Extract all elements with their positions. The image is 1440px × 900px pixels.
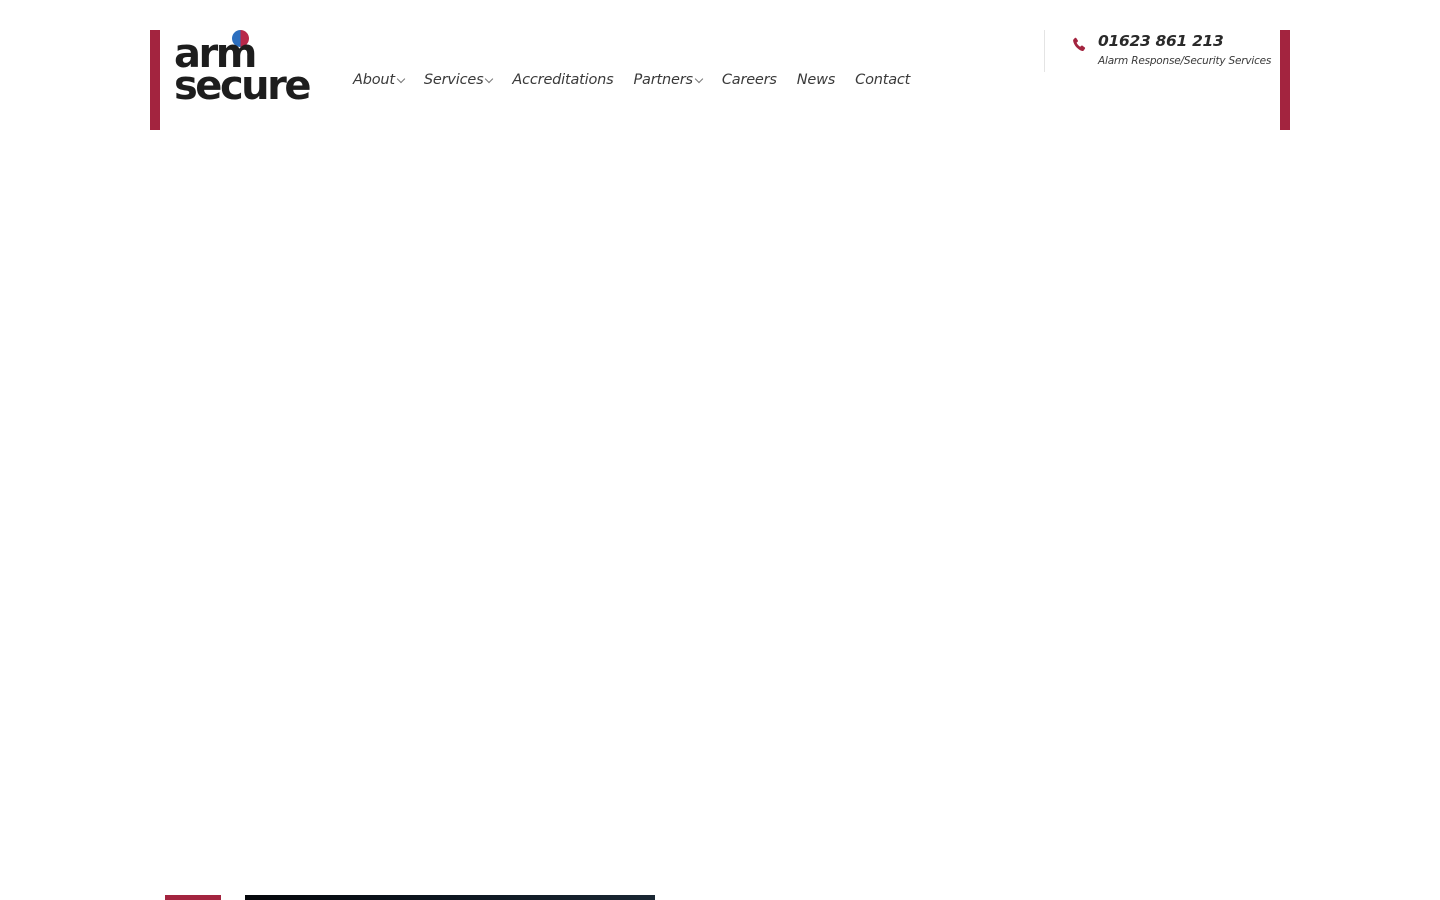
- nav-item-label: News: [796, 72, 836, 88]
- phone-icon: [1073, 37, 1086, 52]
- nav-item-label: Partners: [633, 72, 694, 88]
- nav-item-label: Services: [423, 72, 484, 88]
- hero-image: [245, 895, 655, 900]
- chevron-down-icon: [694, 74, 704, 84]
- chevron-down-icon: [485, 74, 494, 84]
- nav-item-label: Contact: [855, 72, 911, 88]
- nav-item-label: About: [353, 72, 395, 88]
- nav-item-news[interactable]: News: [796, 72, 836, 88]
- section-accent-bar: [165, 895, 221, 900]
- nav-item-about[interactable]: About: [353, 72, 406, 88]
- site-header: arm secure About Services Accreditations…: [150, 30, 1290, 130]
- nav-item-careers[interactable]: Careers: [722, 72, 777, 88]
- main-nav: About Services Accreditations Partners C…: [353, 72, 930, 88]
- contact-subtitle: Alarm Response/Security Services: [1098, 55, 1272, 67]
- logo[interactable]: arm secure: [174, 30, 314, 110]
- phone-number-link[interactable]: 01623 861 213: [1098, 32, 1224, 50]
- nav-item-label: Careers: [721, 72, 777, 88]
- chevron-down-icon: [396, 74, 406, 84]
- nav-item-partners[interactable]: Partners: [633, 72, 704, 88]
- nav-item-services[interactable]: Services: [423, 72, 494, 88]
- header-divider: [1044, 30, 1045, 72]
- nav-item-contact[interactable]: Contact: [855, 72, 910, 88]
- logo-wordmark: arm secure: [174, 34, 311, 109]
- header-accent-bar-left: [150, 30, 160, 130]
- nav-item-label: Accreditations: [512, 72, 614, 88]
- header-accent-bar-right: [1280, 30, 1290, 130]
- nav-item-accreditations[interactable]: Accreditations: [512, 72, 613, 88]
- logo-line-secure: secure: [174, 63, 311, 109]
